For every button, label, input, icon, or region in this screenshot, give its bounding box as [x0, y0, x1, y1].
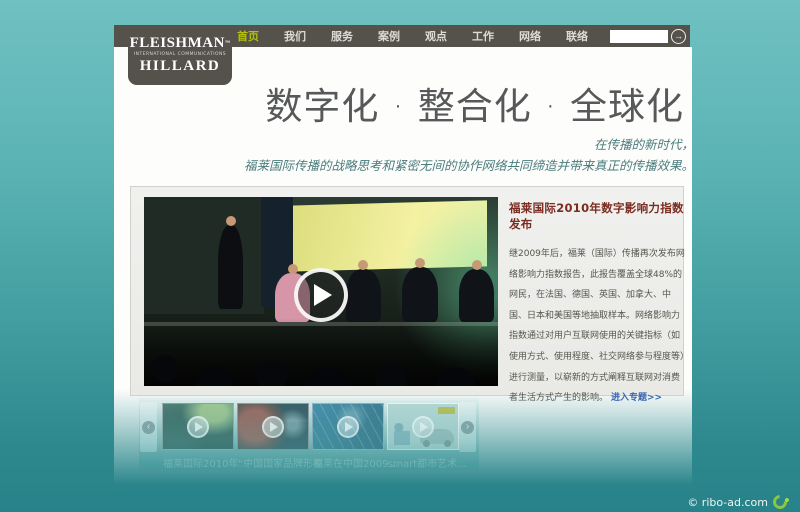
logo-name-top: FLEISHMAN™	[128, 36, 232, 51]
nav-item-contact[interactable]: 联络	[566, 28, 588, 44]
chevron-right-icon: ›	[461, 421, 474, 434]
carousel-prev-button[interactable]: ‹	[140, 402, 157, 452]
carousel-caption[interactable]: “中国国家品牌形象...	[238, 455, 324, 470]
panelist-silhouette	[402, 267, 437, 322]
carousel-caption[interactable]: 福莱在中国2009...	[313, 455, 399, 470]
feature-panel: 福莱国际2010年数字影响力指数发布 继2009年后，福莱（国际）传播再次发布网…	[130, 186, 684, 396]
nav-item-views[interactable]: 观点	[425, 28, 447, 44]
ribo-logo-icon	[770, 492, 790, 512]
hero-subtitle-line2: 福莱国际传播的战略思考和紧密无间的协作网络共同缔造并带来真正的传播效果。	[244, 155, 694, 176]
carousel-thumb-cctv-news[interactable]	[237, 403, 309, 450]
chevron-left-icon: ‹	[142, 421, 155, 434]
logo[interactable]: FLEISHMAN™ INTERNATIONAL COMMUNICATIONS …	[128, 25, 232, 85]
nav-item-work[interactable]: 工作	[472, 28, 494, 44]
trademark-symbol: ™	[225, 41, 231, 46]
carousel-thumb-blue-tech[interactable]	[312, 403, 384, 450]
thumb-play-icon	[262, 416, 284, 438]
carousel-thumb-smart-car[interactable]	[387, 403, 459, 450]
feature-heading: 福莱国际2010年数字影响力指数发布	[509, 200, 687, 232]
carousel-next-button[interactable]: ›	[459, 402, 476, 452]
footer-credit-link[interactable]: © ribo-ad.com	[687, 496, 768, 509]
thumb-play-icon	[187, 416, 209, 438]
feature-topic-link[interactable]: 进入专题>>	[611, 393, 662, 403]
hero-subtitle: 在传播的新时代， 福莱国际传播的战略思考和紧密无间的协作网络共同缔造并带来真正的…	[244, 134, 694, 176]
nav-item-cases[interactable]: 案例	[378, 28, 400, 44]
search-submit-button[interactable]: →	[671, 29, 686, 44]
nav-item-home[interactable]: 首页	[237, 28, 259, 44]
figures-art	[394, 423, 410, 445]
carousel-caption[interactable]: 福莱国际2010年...	[163, 455, 249, 470]
footer: © ribo-ad.com	[687, 495, 787, 509]
search-submit-icon: →	[674, 32, 683, 41]
video-play-button[interactable]	[294, 268, 348, 322]
feature-body: 继2009年后，福莱（国际）传播再次发布网络影响力指数报告，此报告覆盖全球48%…	[509, 249, 685, 403]
audience-silhouettes	[144, 318, 498, 386]
play-icon	[314, 284, 332, 306]
nav-item-about[interactable]: 我们	[284, 28, 306, 44]
feature-video-still[interactable]	[144, 197, 498, 386]
smart-logo-badge	[438, 407, 455, 414]
panelist-silhouette	[346, 269, 381, 322]
nav-item-network[interactable]: 网络	[519, 28, 541, 44]
search-input[interactable]	[610, 30, 668, 43]
hero-title: 数字化 · 整合化 · 全球化	[265, 76, 684, 130]
carousel-thumb-conference[interactable]	[162, 403, 234, 450]
nav-item-services[interactable]: 服务	[331, 28, 353, 44]
thumb-play-icon	[337, 416, 359, 438]
feature-text: 福莱国际2010年数字影响力指数发布 继2009年后，福莱（国际）传播再次发布网…	[509, 200, 687, 406]
main-nav: 首页 我们 服务 案例 观点 工作 网络 联络	[237, 25, 588, 47]
page: FLEISHMAN™ INTERNATIONAL COMMUNICATIONS …	[0, 0, 800, 512]
thumb-play-icon	[412, 416, 434, 438]
hero-subtitle-line1: 在传播的新时代，	[244, 134, 694, 155]
carousel-caption[interactable]: smart都市艺术...	[388, 455, 474, 470]
panelist-silhouette	[459, 269, 494, 322]
logo-name-bottom: HILLARD	[128, 59, 232, 74]
standing-speaker-silhouette	[218, 225, 243, 308]
